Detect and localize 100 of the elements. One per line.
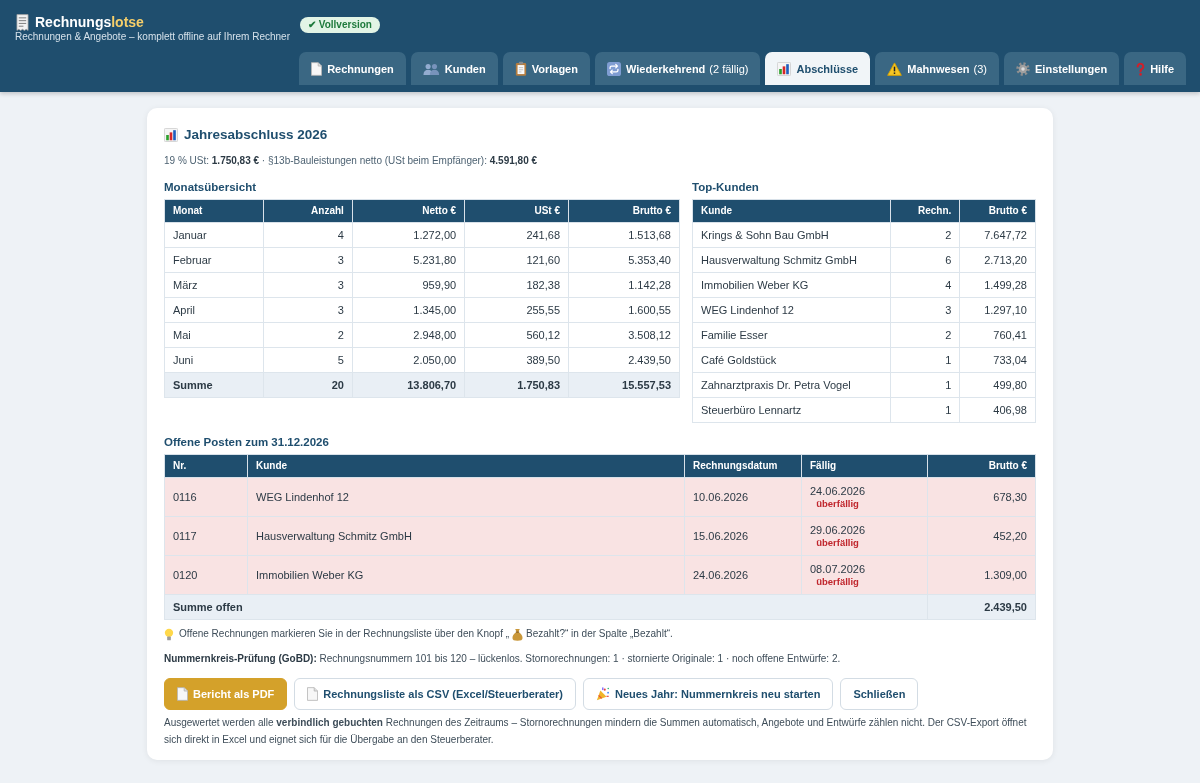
action-button[interactable]: Rechnungsliste als CSV (Excel/Steuerberater) — [294, 678, 576, 710]
table-cell: 2.948,00 — [352, 322, 465, 348]
table-cell: Februar — [164, 247, 264, 273]
table-cell: 121,60 — [464, 247, 569, 273]
table-cell: 1.297,10 — [959, 297, 1036, 323]
column-header: Kunde — [692, 199, 891, 223]
table-cell: Immobilien Weber KG — [247, 555, 685, 595]
warning-icon — [887, 61, 903, 76]
table-cell: 3.508,12 — [568, 322, 680, 348]
table-cell: 0120 — [164, 555, 248, 595]
table-cell: 2 — [890, 222, 960, 248]
question-mark-icon — [1136, 61, 1146, 76]
table-cell: 1.513,68 — [568, 222, 680, 248]
table-cell: 2 — [263, 322, 353, 348]
nav-tab[interactable]: Einstellungen — [1004, 52, 1120, 85]
table-cell: Juni — [164, 347, 264, 373]
table-cell: 2 — [890, 322, 960, 348]
app-tagline: Rechnungen & Angebote – komplett offline auf Ihrem Rechner — [15, 31, 290, 43]
section-heading: Monatsübersicht — [164, 180, 257, 195]
nav-tab[interactable]: Vorlagen — [502, 52, 590, 85]
lightbulb-icon — [164, 627, 174, 641]
document-icon — [311, 61, 323, 76]
column-header: Brutto € — [959, 199, 1036, 223]
section-heading: Offene Posten zum 31.12.2026 — [164, 435, 330, 450]
table-cell: 3 — [890, 297, 960, 323]
table-cell: 1.345,00 — [352, 297, 465, 323]
due-date: 29.06.2026 — [810, 523, 866, 537]
nav-tab[interactable]: Abschlüsse — [765, 52, 871, 85]
nav-tab[interactable]: Hilfe — [1124, 52, 1186, 85]
nav-tab[interactable]: Mahnwesen (3) — [875, 52, 1000, 85]
note-text: Bezahlt?“ in der Spalte „Bezahlt“. — [526, 627, 673, 641]
table-cell: 2.713,20 — [959, 247, 1036, 273]
table-cell: 2.439,50 — [568, 347, 680, 373]
table-cell: 1 — [890, 397, 960, 423]
table-cell: 15.06.2026 — [684, 516, 802, 556]
overdue-label: überfällig — [816, 576, 859, 588]
table-cell: 24.06.2026 — [684, 555, 802, 595]
table-cell: Immobilien Weber KG — [692, 272, 891, 298]
column-header: Netto € — [352, 199, 465, 223]
table-cell: 959,90 — [352, 272, 465, 298]
due-date: 24.06.2026 — [810, 484, 866, 498]
column-header: Brutto € — [568, 199, 680, 223]
note-text: Offene Rechnungen markieren Sie in der Rechnungsliste über den Knopf „ — [179, 627, 510, 641]
column-header: Rechnungsdatum — [684, 454, 802, 478]
table-cell: Mai — [164, 322, 264, 348]
total-cell: 1.750,83 — [464, 372, 569, 398]
nav-tab[interactable]: Wiederkehrend (2 fällig) — [594, 52, 761, 85]
action-button[interactable]: Neues Jahr: Nummernkreis neu starten — [582, 678, 834, 710]
column-header: Nr. — [164, 454, 248, 478]
total-cell: Summe offen — [164, 594, 928, 620]
table-cell: 182,38 — [464, 272, 569, 298]
gear-icon — [1016, 61, 1031, 76]
total-cell: 20 — [263, 372, 353, 398]
table-cell: 2.050,00 — [352, 347, 465, 373]
table-cell: Familie Esser — [692, 322, 891, 348]
document-icon — [177, 687, 188, 701]
table-cell: 678,30 — [927, 477, 1036, 517]
table-cell: 7.647,72 — [959, 222, 1036, 248]
nav-tab[interactable]: Kunden — [410, 52, 498, 85]
table-cell: WEG Lindenhof 12 — [247, 477, 685, 517]
license-badge: ✔ Vollversion — [300, 17, 380, 33]
table-cell: 1.600,55 — [568, 297, 680, 323]
column-header: Kunde — [247, 454, 685, 478]
total-cell: 15.557,53 — [568, 372, 680, 398]
table-cell: 5.231,80 — [352, 247, 465, 273]
table-cell: 1.309,00 — [927, 555, 1036, 595]
table-cell: 0116 — [164, 477, 248, 517]
table-cell: 499,80 — [959, 372, 1036, 398]
overdue-label: überfällig — [816, 498, 859, 510]
column-header: Fällig — [801, 454, 928, 478]
table-cell: Hausverwaltung Schmitz GmbH — [692, 247, 891, 273]
overdue-label: überfällig — [816, 537, 859, 549]
footnote-text: Ausgewertet werden alle verbindlich gebuchten Rechnungen des Zeitraums – Stornorechnungen mindern die Summen automatisch, Angebote und Entwürfe zählen nicht. Der CSV-Export öffnet sich direkt in Excel und eignet sich für die Übergabe an den Steuerberater. — [164, 716, 1028, 747]
table-cell: 1.499,28 — [959, 272, 1036, 298]
bar-chart-icon — [777, 61, 792, 76]
column-header: Brutto € — [927, 454, 1036, 478]
column-header: Anzahl — [263, 199, 353, 223]
bar-chart-icon — [164, 128, 178, 142]
table-cell: 0117 — [164, 516, 248, 556]
table-cell: 389,50 — [464, 347, 569, 373]
table-cell: Krings & Sohn Bau GmbH — [692, 222, 891, 248]
table-cell: 733,04 — [959, 347, 1036, 373]
app-title: Rechnungslotse — [35, 14, 144, 30]
table-cell: 241,68 — [464, 222, 569, 248]
table-cell: 10.06.2026 — [684, 477, 802, 517]
total-cell: 2.439,50 — [927, 594, 1036, 620]
table-cell: März — [164, 272, 264, 298]
table-cell: Januar — [164, 222, 264, 248]
total-cell: 13.806,70 — [352, 372, 465, 398]
column-header: Monat — [164, 199, 264, 223]
table-cell: 3 — [263, 297, 353, 323]
table-cell: 452,20 — [927, 516, 1036, 556]
column-header: Rechn. — [890, 199, 960, 223]
table-cell: 4 — [263, 222, 353, 248]
nav-tab[interactable]: Rechnungen — [299, 52, 406, 85]
table-cell: 3 — [263, 272, 353, 298]
table-cell: 1 — [890, 372, 960, 398]
table-cell: Hausverwaltung Schmitz GmbH — [247, 516, 685, 556]
party-popper-icon — [595, 687, 610, 701]
action-button[interactable]: Schließen — [840, 678, 919, 710]
